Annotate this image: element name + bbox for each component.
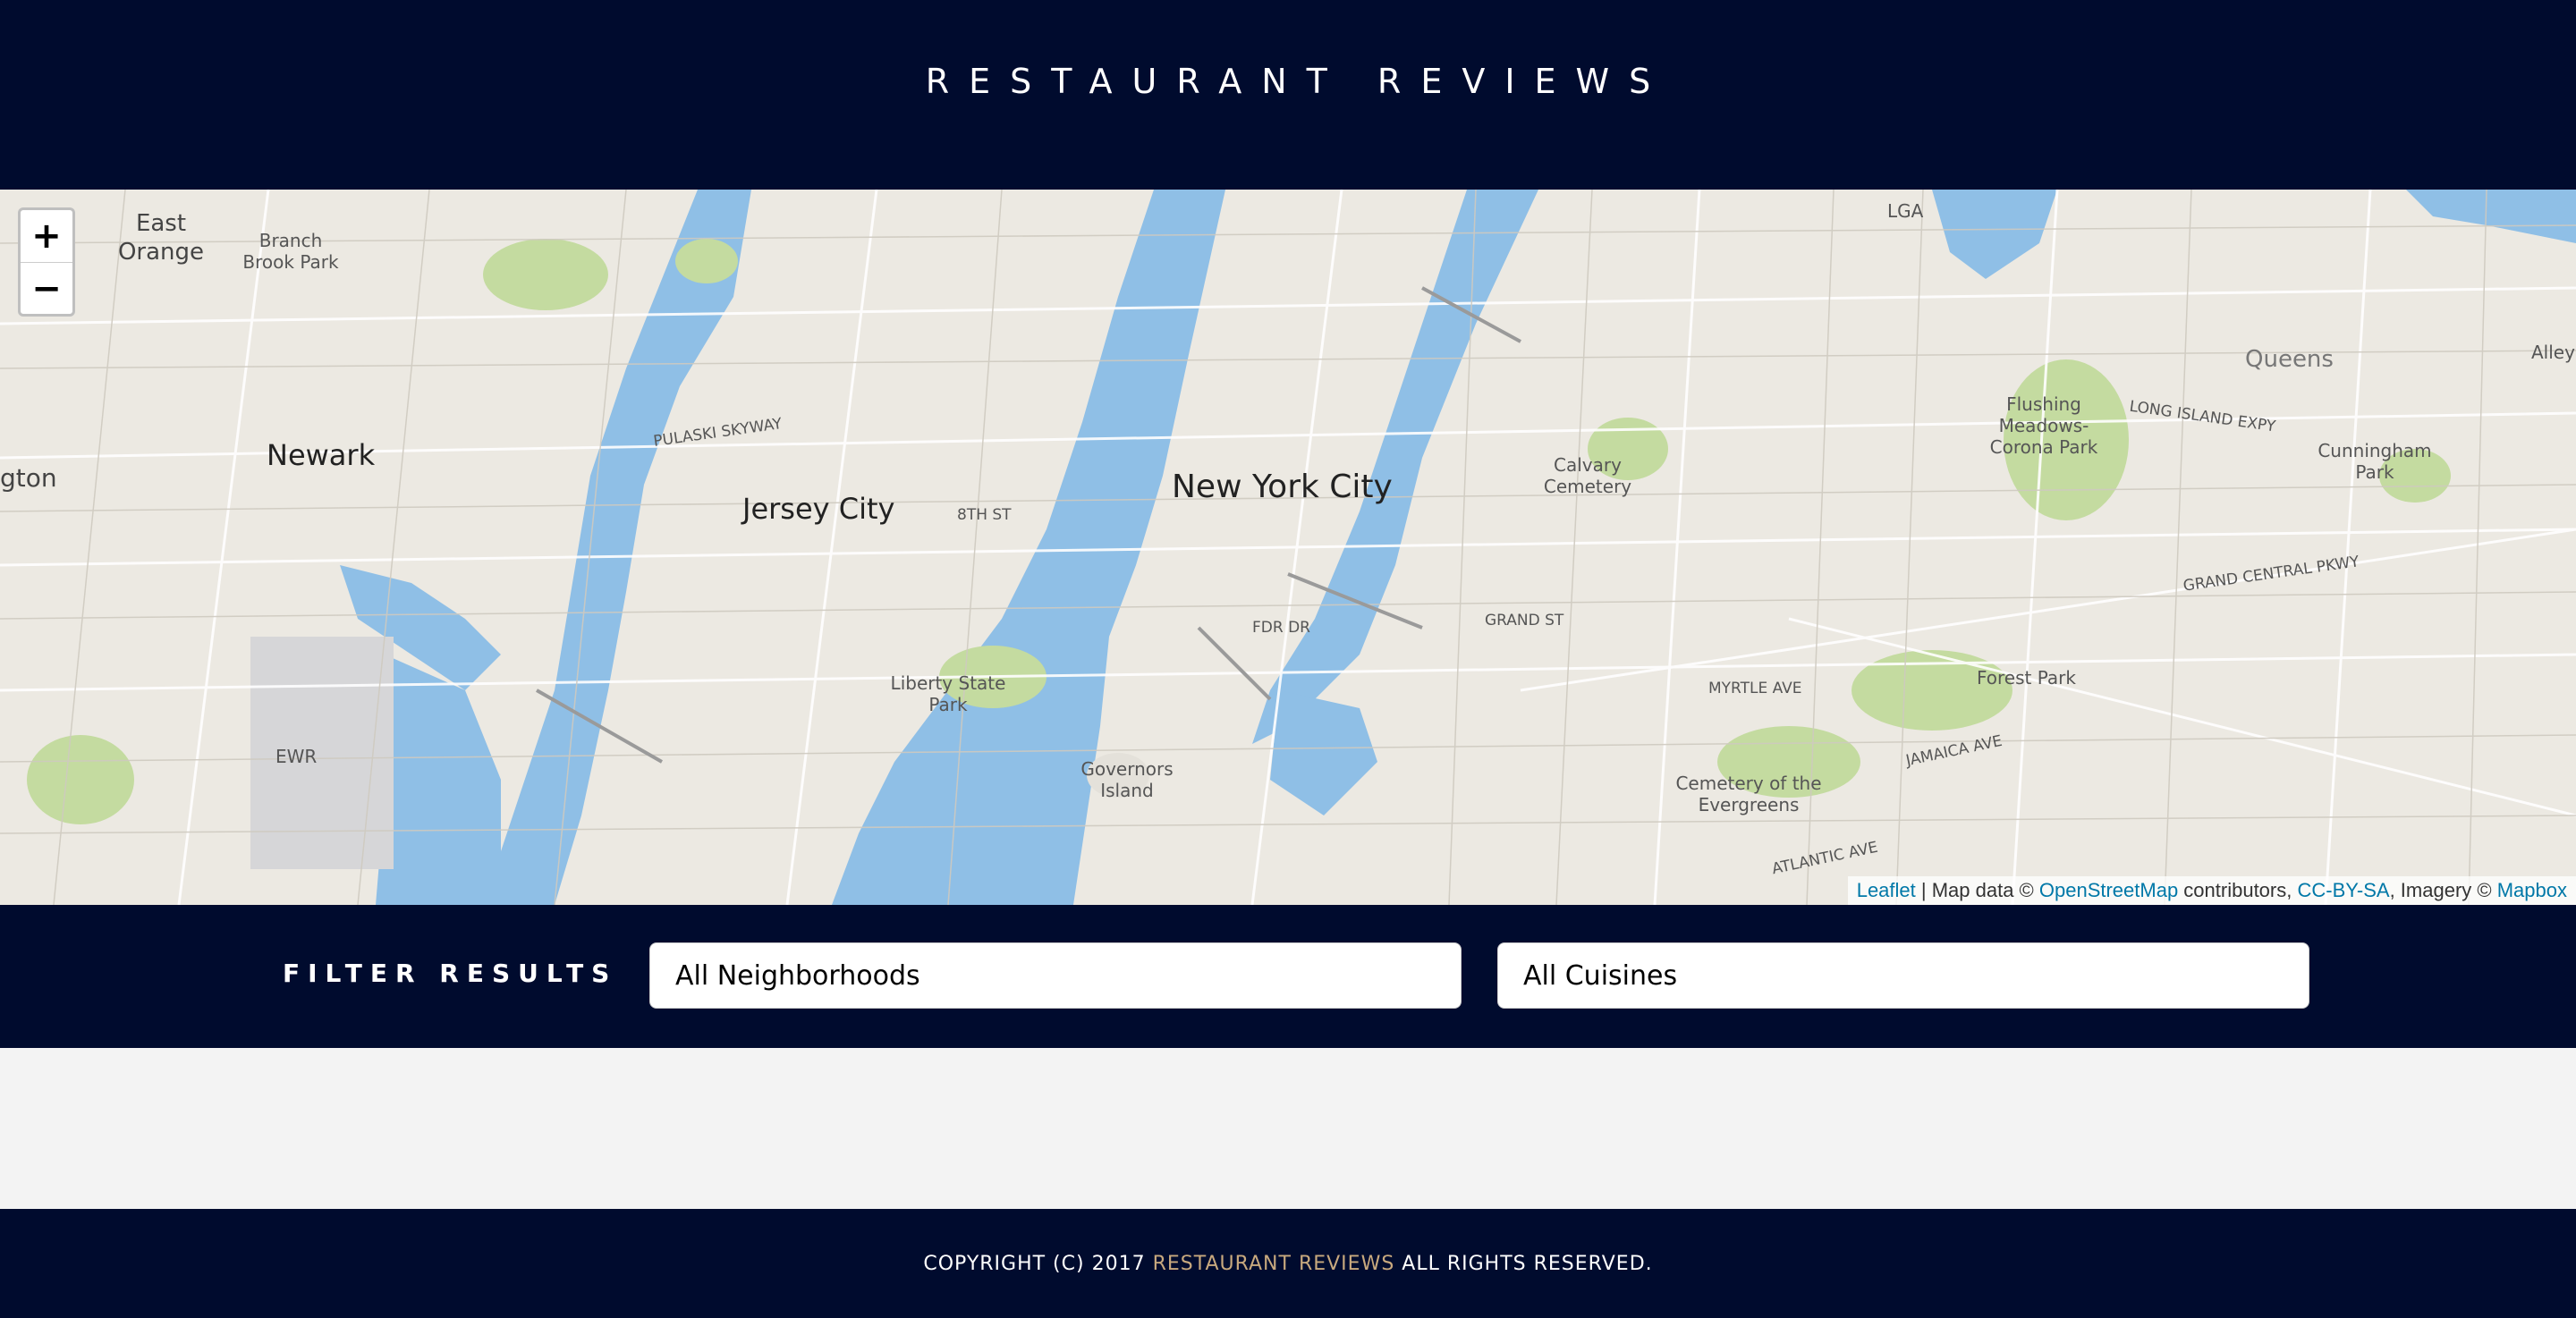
mapbox-link[interactable]: Mapbox (2497, 879, 2567, 902)
map-label-cunningham: Cunningham Park (2318, 440, 2432, 483)
filter-results-label: FILTER RESULTS (283, 959, 618, 988)
map-label-flushing: Flushing Meadows-Corona Park (1989, 393, 2098, 458)
map-tiles[interactable] (0, 190, 2576, 905)
leaflet-link[interactable]: Leaflet (1857, 879, 1916, 902)
map-label-fdr: FDR DR (1252, 619, 1310, 637)
zoom-control: + − (18, 207, 75, 317)
cuisines-select[interactable]: All Cuisines (1497, 942, 2309, 1009)
footer-rights: ALL RIGHTS RESERVED. (1402, 1252, 1653, 1275)
neighborhoods-select[interactable]: All Neighborhoods (649, 942, 1462, 1009)
map-label-branch-brook: Branch Brook Park (242, 230, 339, 273)
map-label-lga: LGA (1887, 200, 1924, 222)
attribution-text-1: | Map data © (1915, 879, 2039, 901)
map-label-east-orange: East Orange (117, 210, 205, 266)
map-label-governors: Governors Island (1080, 758, 1174, 801)
map-attribution: Leaflet | Map data © OpenStreetMap contr… (1847, 876, 2576, 905)
map-label-queens: Queens (2245, 346, 2334, 373)
attribution-text-3: , Imagery © (2389, 879, 2497, 901)
cc-by-sa-link[interactable]: CC-BY-SA (2297, 879, 2389, 902)
filter-bar: FILTER RESULTS All Neighborhoods All Cui… (0, 905, 2576, 1048)
map-label-jersey-city: Jersey City (742, 492, 895, 526)
map-label-nyc: New York City (1172, 469, 1393, 505)
map-label-liberty: Liberty State Park (890, 672, 1006, 715)
site-title[interactable]: RESTAURANT REVIEWS (906, 62, 1671, 101)
map-label-ington: gton (0, 463, 57, 493)
restaurants-list (0, 1048, 2576, 1209)
map-label-grand-st: GRAND ST (1485, 612, 1564, 629)
map-label-alley-pond: Alley Pon (2531, 342, 2576, 363)
zoom-out-button[interactable]: − (21, 262, 72, 314)
map-label-ewr: EWR (275, 746, 318, 767)
map-label-forest-park: Forest Park (1977, 667, 2076, 689)
footer-brand-link[interactable]: RESTAURANT REVIEWS (1153, 1253, 1395, 1275)
map-label-myrtle-ave: MYRTLE AVE (1708, 680, 1802, 697)
map-label-evergreens: Cemetery of the Evergreens (1675, 773, 1822, 815)
site-header: RESTAURANT REVIEWS (0, 0, 2576, 190)
zoom-in-button[interactable]: + (21, 210, 72, 262)
map[interactable]: New York City Jersey City Newark gton Ea… (0, 190, 2576, 905)
attribution-text-2: contributors, (2178, 879, 2298, 901)
footer-copyright: COPYRIGHT (C) 2017 (923, 1252, 1146, 1275)
map-label-8th-st: 8TH ST (957, 506, 1012, 524)
openstreetmap-link[interactable]: OpenStreetMap (2039, 879, 2178, 902)
map-label-newark: Newark (267, 438, 376, 472)
map-label-calvary: Calvary Cemetery (1543, 454, 1632, 497)
site-footer: COPYRIGHT (C) 2017 RESTAURANT REVIEWS AL… (0, 1209, 2576, 1318)
